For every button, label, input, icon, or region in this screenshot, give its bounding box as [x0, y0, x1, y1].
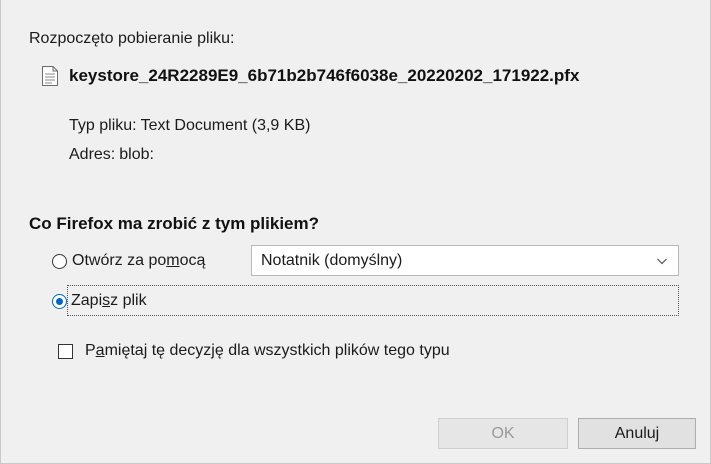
save-file-focus-outline: [67, 285, 679, 316]
ok-button[interactable]: OK: [438, 418, 568, 449]
remember-decision-option[interactable]: Pamiętaj tę decyzję dla wszystkich plikó…: [58, 342, 450, 360]
open-with-label: Otwórz za pomocą: [72, 252, 206, 269]
address-row: Adres: blob:: [69, 146, 154, 164]
file-type-row: Typ pliku: Text Document (3,9 KB): [69, 117, 310, 135]
save-file-radio-option[interactable]: Zapisz plik: [52, 292, 147, 310]
save-file-radio[interactable]: [52, 293, 67, 309]
save-file-label: Zapisz plik: [71, 292, 147, 309]
file-type-label: Typ pliku:: [69, 117, 137, 134]
cancel-button[interactable]: Anuluj: [578, 418, 696, 449]
document-icon: [42, 66, 58, 86]
address-label: Adres:: [69, 146, 116, 163]
file-type-value: Text Document (3,9 KB): [140, 117, 311, 134]
open-with-radio-option[interactable]: Otwórz za pomocą: [52, 252, 205, 270]
file-row: keystore_24R2289E9_6b71b2b746f6038e_2022…: [41, 66, 579, 86]
chevron-down-icon: [657, 258, 667, 265]
download-dialog: Rozpoczęto pobieranie pliku: keystore_24…: [0, 0, 711, 464]
file-name: keystore_24R2289E9_6b71b2b746f6038e_2022…: [69, 66, 580, 85]
address-value: blob:: [119, 146, 154, 163]
action-question: Co Firefox ma zrobić z tym plikiem?: [29, 214, 320, 233]
remember-decision-label: Pamiętaj tę decyzję dla wszystkich plikó…: [85, 342, 450, 359]
dialog-header: Rozpoczęto pobieranie pliku:: [29, 30, 235, 47]
remember-decision-checkbox[interactable]: [58, 343, 73, 359]
open-with-radio[interactable]: [52, 253, 67, 269]
application-select[interactable]: Notatnik (domyślny): [251, 245, 679, 276]
application-select-value: Notatnik (domyślny): [261, 251, 403, 269]
